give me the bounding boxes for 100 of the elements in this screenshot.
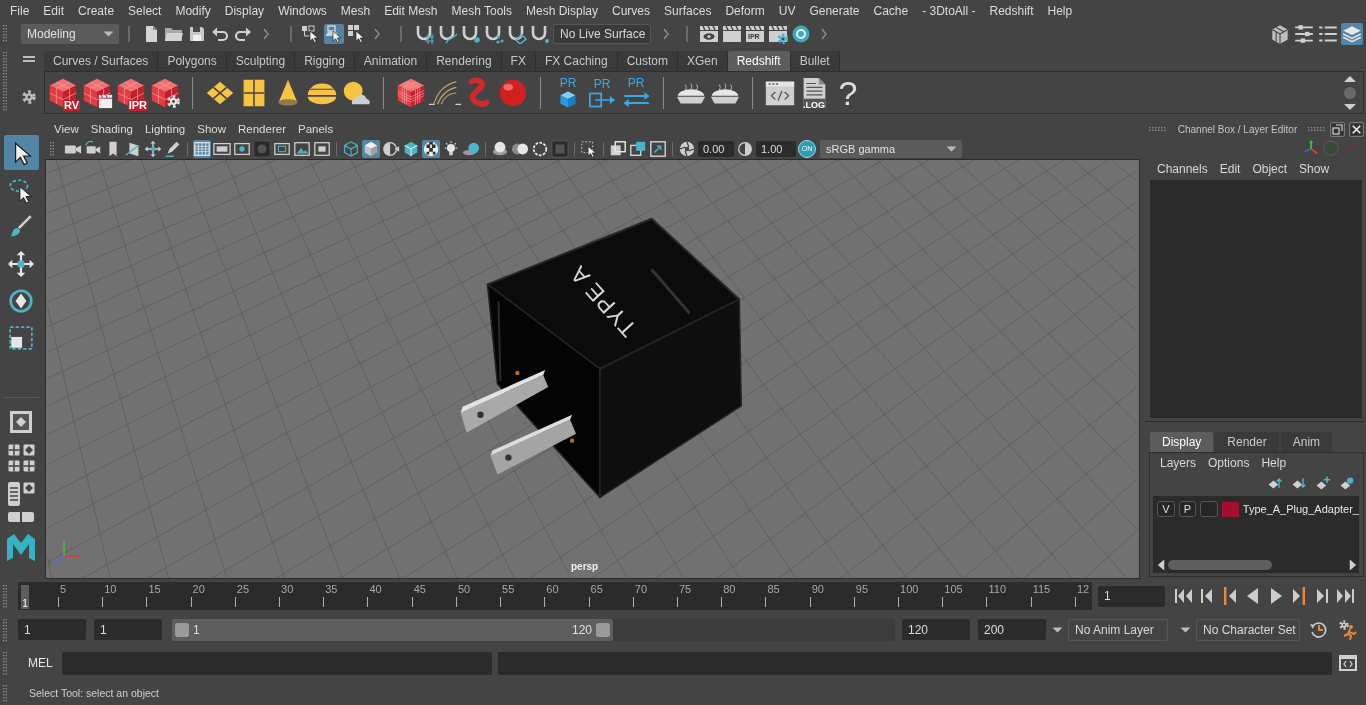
render-button[interactable]: [791, 23, 811, 44]
viewport-menu-item[interactable]: Show: [191, 123, 232, 135]
float-window-icon[interactable]: [1330, 121, 1345, 137]
object-cursor-icon[interactable]: [324, 23, 344, 44]
layer-color-swatch-icon[interactable]: [1221, 501, 1239, 517]
gamma-field[interactable]: 1.00: [756, 140, 796, 157]
menu-set-dropdown[interactable]: Modeling: [21, 23, 119, 44]
viewport-menu-item[interactable]: Shading: [84, 123, 139, 135]
visibility-toggle[interactable]: V: [1157, 501, 1175, 517]
square-arrow-icon[interactable]: [629, 139, 647, 158]
skip-start-icon[interactable]: [1174, 586, 1194, 606]
channel-menu-item[interactable]: Object: [1246, 162, 1294, 176]
close-icon[interactable]: [1349, 121, 1364, 137]
layer-up-icon[interactable]: [1267, 475, 1283, 491]
shelf-button[interactable]: PR: [619, 73, 653, 112]
layer-tab[interactable]: Display: [1150, 432, 1214, 452]
character-set-field[interactable]: No Character Set: [1196, 618, 1300, 641]
shelf-tab[interactable]: Polygons: [158, 51, 227, 71]
menu-item[interactable]: Display: [217, 2, 272, 19]
grid-pane-icon[interactable]: [22, 460, 35, 472]
menu-item[interactable]: - 3DtoAll -: [915, 2, 983, 19]
render-button[interactable]: [768, 23, 788, 44]
solid-cube-icon[interactable]: [362, 139, 380, 158]
half-moon-icon[interactable]: [736, 139, 754, 158]
menu-item[interactable]: Select: [121, 2, 169, 19]
checker-icon[interactable]: [422, 139, 440, 158]
skip-end-icon[interactable]: [1335, 586, 1355, 606]
menu-item[interactable]: Deform: [718, 2, 772, 19]
menu-item[interactable]: Mesh Display: [519, 2, 606, 19]
menu-item[interactable]: Redshift: [982, 2, 1041, 19]
command-language-label[interactable]: MEL: [28, 656, 62, 670]
pan-arrows-icon[interactable]: [144, 139, 162, 158]
magnet-dots-icon[interactable]: [484, 23, 504, 44]
aperture-icon[interactable]: [678, 139, 696, 158]
display-type-toggle[interactable]: [1200, 501, 1218, 517]
viewport-menu-item[interactable]: Panels: [291, 123, 340, 135]
menu-lines-icon[interactable]: [21, 55, 36, 63]
layers-icon[interactable]: [1341, 22, 1363, 45]
wire-cube-icon[interactable]: [342, 139, 360, 158]
shelf-tab[interactable]: FX: [501, 51, 536, 71]
viewport-menu-item[interactable]: View: [48, 123, 85, 135]
stacked-spheres-icon[interactable]: [491, 139, 509, 158]
menu-item[interactable]: Edit Mesh: [377, 2, 445, 19]
hierarchy-cursor-icon[interactable]: [301, 23, 321, 44]
grip-handle-icon[interactable]: [3, 683, 7, 702]
menu-item[interactable]: Curves: [605, 2, 658, 19]
slider-handle-icon[interactable]: [175, 622, 189, 637]
layer-menu-item[interactable]: Layers: [1154, 456, 1203, 470]
shelf-button[interactable]: RV: [46, 73, 80, 112]
menu-item[interactable]: Help: [1040, 2, 1080, 19]
magnet-plane-icon[interactable]: [507, 23, 527, 44]
shelf-tab[interactable]: Rendering: [427, 51, 502, 71]
script-editor-icon[interactable]: [1338, 653, 1358, 673]
layer-menu-item[interactable]: Options: [1202, 456, 1256, 470]
grip-handle-icon[interactable]: [1308, 127, 1326, 131]
menu-item[interactable]: Mesh: [333, 2, 378, 19]
dashed-cursor-icon[interactable]: [580, 139, 598, 158]
tool-button[interactable]: [3, 135, 39, 170]
shelf-tab[interactable]: Rigging: [295, 51, 355, 71]
layer-tab[interactable]: Render: [1215, 432, 1279, 452]
half-circle-icon[interactable]: [382, 139, 400, 158]
menu-item[interactable]: Modify: [168, 2, 218, 19]
shelf-tab[interactable]: Animation: [354, 51, 428, 71]
shelf-button[interactable]: PR: [551, 73, 585, 112]
axis-icon[interactable]: [1302, 139, 1320, 157]
menu-item[interactable]: Cache: [866, 2, 916, 19]
corner-frame-icon[interactable]: [649, 139, 667, 158]
component-cursor-icon[interactable]: [347, 23, 367, 44]
list-pane-icon[interactable]: [7, 482, 20, 506]
scroll-right-icon[interactable]: [1348, 559, 1357, 571]
grid-pane-icon[interactable]: [7, 460, 20, 472]
wide-pane-icon[interactable]: [8, 512, 34, 522]
viewport-menu-item[interactable]: Renderer: [232, 123, 292, 135]
scroll-dot-icon[interactable]: [1344, 86, 1356, 99]
grid-pane-icon[interactable]: [7, 444, 20, 456]
menu-item[interactable]: File: [3, 2, 37, 19]
single-pane-icon[interactable]: [9, 410, 33, 434]
diamond-pane-icon[interactable]: [22, 482, 35, 494]
menu-item[interactable]: Generate: [802, 2, 867, 19]
scroll-down-icon[interactable]: [1343, 102, 1357, 111]
layer-add-icon[interactable]: [1315, 475, 1331, 491]
running-figure-icon[interactable]: [1338, 619, 1358, 640]
scroll-left-icon[interactable]: [1157, 559, 1166, 571]
caret-icon[interactable]: [1180, 626, 1191, 633]
layer-sphere-icon[interactable]: [1339, 475, 1355, 491]
end-frame-field[interactable]: 200: [978, 619, 1046, 640]
scroll-up-icon[interactable]: [1343, 74, 1357, 83]
menu-item[interactable]: Create: [71, 2, 122, 19]
shelf-tab[interactable]: Curves / Surfaces: [44, 51, 159, 71]
time-slider[interactable]: 1 5 10 15 20 25 30 35 40 45 50 55 60 65 70 75 80 85 90 95 100 105 110 115 12: [18, 582, 1092, 610]
dotted-circle-icon[interactable]: [531, 139, 549, 158]
pencil-icon[interactable]: [164, 139, 182, 158]
exposure-field[interactable]: 0.00: [698, 140, 734, 157]
shelf-tab[interactable]: FX Caching: [535, 51, 618, 71]
command-input-field[interactable]: [62, 651, 492, 675]
grid-icon[interactable]: [193, 139, 211, 158]
magnet-point-icon[interactable]: [461, 23, 481, 44]
playback-toggle[interactable]: P: [1178, 501, 1197, 517]
range-slider-bar[interactable]: 1 120: [172, 618, 613, 641]
shaded-wire-cube-icon[interactable]: [402, 139, 420, 158]
